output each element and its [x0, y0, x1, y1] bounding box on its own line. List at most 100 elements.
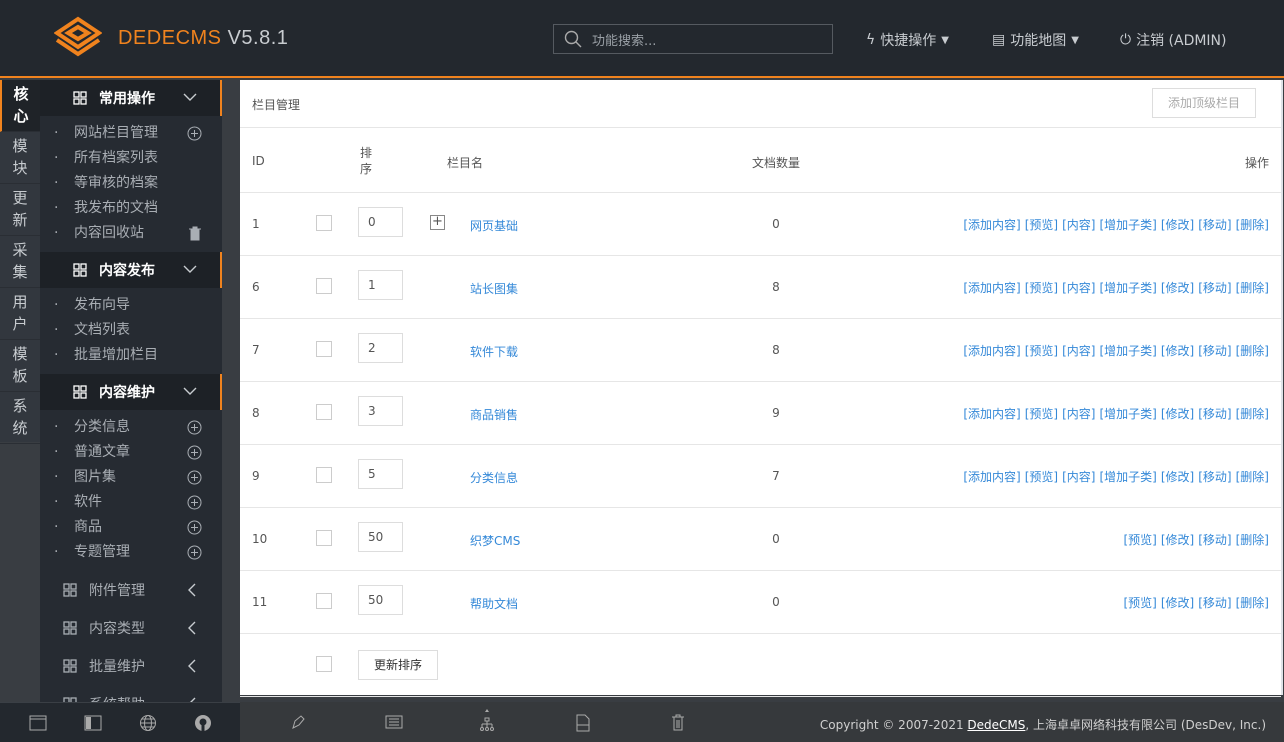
sidebar-toggle-icon[interactable] [84, 715, 102, 731]
action-link[interactable]: [预览] [1025, 470, 1058, 484]
action-link[interactable]: [增加子类] [1100, 407, 1157, 421]
plus-circle-icon[interactable] [187, 520, 202, 535]
order-input[interactable]: 1 [358, 270, 403, 300]
sidebar-item[interactable]: · 我发布的文档 [40, 196, 222, 221]
action-link[interactable]: [修改] [1161, 344, 1194, 358]
action-link[interactable]: [预览] [1025, 407, 1058, 421]
category-name-link[interactable]: 网页基础 [470, 217, 518, 234]
category-name-link[interactable]: 站长图集 [470, 280, 518, 297]
row-checkbox[interactable] [316, 341, 332, 357]
action-link[interactable]: [修改] [1161, 596, 1194, 610]
logout-button[interactable]: ⏻ 注销 (ADMIN) [1120, 30, 1227, 50]
sidebar-item[interactable]: · 发布向导 [40, 293, 222, 318]
sidebar-item[interactable]: · 批量增加栏目 [40, 343, 222, 368]
sitemap-icon[interactable] [479, 708, 495, 734]
brand[interactable]: DEDECMS V5.8.1 [118, 27, 288, 50]
module-tab[interactable]: 模 板 [0, 340, 40, 392]
action-link[interactable]: [移动] [1198, 533, 1231, 547]
quick-ops-menu[interactable]: ϟ 快捷操作 ▼ [866, 30, 949, 50]
action-link[interactable]: [移动] [1198, 596, 1231, 610]
sidebar-item[interactable]: · 分类信息 [40, 415, 222, 440]
dedecms-link[interactable]: DedeCMS [967, 718, 1025, 732]
order-input[interactable]: 3 [358, 396, 403, 426]
sidebar-item[interactable]: · 软件 [40, 490, 222, 515]
row-checkbox[interactable] [316, 593, 332, 609]
category-name-link[interactable]: 帮助文档 [470, 595, 518, 612]
document-icon[interactable] [576, 714, 590, 732]
module-tab[interactable]: 模 块 [0, 132, 40, 184]
action-link[interactable]: [添加内容] [963, 407, 1020, 421]
action-link[interactable]: [修改] [1161, 533, 1194, 547]
add-top-category-button[interactable]: 添加顶级栏目 [1152, 88, 1256, 118]
sidebar-section-header[interactable]: 常用操作 [40, 80, 222, 116]
plus-circle-icon[interactable] [187, 445, 202, 460]
sidebar-item[interactable]: · 所有档案列表 [40, 146, 222, 171]
update-order-button[interactable]: 更新排序 [358, 650, 438, 680]
action-link[interactable]: [修改] [1161, 407, 1194, 421]
row-checkbox[interactable] [316, 215, 332, 231]
sidebar-item[interactable]: · 内容回收站 [40, 221, 222, 246]
action-link[interactable]: [添加内容] [963, 218, 1020, 232]
action-link[interactable]: [移动] [1198, 218, 1231, 232]
action-link[interactable]: [修改] [1161, 281, 1194, 295]
action-link[interactable]: [移动] [1198, 281, 1231, 295]
order-input[interactable]: 2 [358, 333, 403, 363]
sidebar-item[interactable]: · 图片集 [40, 465, 222, 490]
row-checkbox[interactable] [316, 530, 332, 546]
action-link[interactable]: [添加内容] [963, 344, 1020, 358]
action-link[interactable]: [添加内容] [963, 470, 1020, 484]
action-link[interactable]: [增加子类] [1100, 470, 1157, 484]
action-link[interactable]: [预览] [1025, 344, 1058, 358]
module-tab[interactable]: 更 新 [0, 184, 40, 236]
action-link[interactable]: [内容] [1062, 470, 1095, 484]
sidebar-section-header[interactable]: 内容发布 [40, 252, 222, 288]
sidebar-item[interactable]: · 普通文章 [40, 440, 222, 465]
github-icon[interactable] [194, 714, 212, 732]
expand-plus-icon[interactable]: + [430, 215, 445, 230]
action-link[interactable]: [预览] [1124, 533, 1157, 547]
sidebar-item[interactable]: · 文档列表 [40, 318, 222, 343]
row-checkbox[interactable] [316, 404, 332, 420]
plus-circle-icon[interactable] [187, 470, 202, 485]
select-all-checkbox[interactable] [316, 656, 332, 672]
trash-icon[interactable] [671, 714, 685, 731]
module-tab[interactable]: 采 集 [0, 236, 40, 288]
order-input[interactable]: 50 [358, 522, 403, 552]
sidebar-collapsed-section[interactable]: 系统帮助 [40, 685, 222, 702]
action-link[interactable]: [添加内容] [963, 281, 1020, 295]
action-link[interactable]: [移动] [1198, 470, 1231, 484]
action-link[interactable]: [修改] [1161, 470, 1194, 484]
action-link[interactable]: [内容] [1062, 281, 1095, 295]
action-link[interactable]: [移动] [1198, 407, 1231, 421]
action-link[interactable]: [内容] [1062, 218, 1095, 232]
plus-circle-icon[interactable] [187, 545, 202, 560]
category-name-link[interactable]: 商品销售 [470, 406, 518, 423]
sidebar-item[interactable]: · 商品 [40, 515, 222, 540]
action-link[interactable]: [删除] [1236, 533, 1269, 547]
row-checkbox[interactable] [316, 278, 332, 294]
action-link[interactable]: [增加子类] [1100, 218, 1157, 232]
action-link[interactable]: [删除] [1236, 281, 1269, 295]
sidebar-item[interactable]: · 专题管理 [40, 540, 222, 565]
action-link[interactable]: [预览] [1025, 281, 1058, 295]
order-input[interactable]: 50 [358, 585, 403, 615]
sidebar-item[interactable]: · 等审核的档案 [40, 171, 222, 196]
sidebar-collapsed-section[interactable]: 附件管理 [40, 571, 222, 609]
order-input[interactable]: 0 [358, 207, 403, 237]
window-icon[interactable] [29, 715, 47, 731]
sidebar-collapsed-section[interactable]: 批量维护 [40, 647, 222, 685]
category-name-link[interactable]: 软件下载 [470, 343, 518, 360]
sidebar-collapsed-section[interactable]: 内容类型 [40, 609, 222, 647]
action-link[interactable]: [预览] [1124, 596, 1157, 610]
category-name-link[interactable]: 分类信息 [470, 469, 518, 486]
plus-circle-icon[interactable] [187, 495, 202, 510]
action-link[interactable]: [删除] [1236, 596, 1269, 610]
sidebar-section-header[interactable]: 内容维护 [40, 374, 222, 410]
func-map-menu[interactable]: ▤ 功能地图 ▼ [992, 30, 1079, 50]
category-name-link[interactable]: 织梦CMS [470, 532, 520, 549]
module-tab[interactable]: 用 户 [0, 288, 40, 340]
list-icon[interactable] [385, 714, 403, 730]
action-link[interactable]: [增加子类] [1100, 281, 1157, 295]
action-link[interactable]: [删除] [1236, 407, 1269, 421]
module-tab[interactable]: 系 统 [0, 392, 40, 444]
